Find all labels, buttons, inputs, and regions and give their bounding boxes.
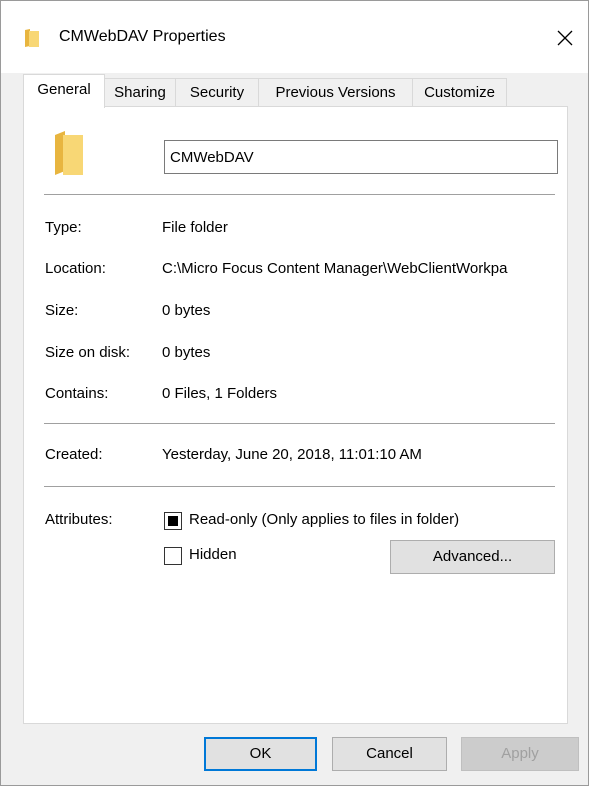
folder-name-field[interactable] xyxy=(164,140,558,174)
folder-icon xyxy=(25,29,39,47)
window-title: CMWebDAV Properties xyxy=(59,28,226,45)
tab-customize[interactable]: Customize xyxy=(412,78,507,107)
advanced-button[interactable]: Advanced... xyxy=(390,540,555,574)
created-label: Created: xyxy=(45,446,103,463)
divider xyxy=(44,194,555,195)
title-bar: CMWebDAV Properties xyxy=(1,1,588,73)
large-folder-icon xyxy=(55,131,83,175)
tab-label: Customize xyxy=(424,84,495,101)
readonly-label[interactable]: Read-only (Only applies to files in fold… xyxy=(189,511,459,528)
ok-button[interactable]: OK xyxy=(204,737,317,771)
tab-general[interactable]: General xyxy=(23,74,105,108)
tab-label: General xyxy=(37,81,91,98)
hidden-label[interactable]: Hidden xyxy=(189,546,237,563)
type-label: Type: xyxy=(45,219,82,236)
close-icon xyxy=(557,30,573,46)
general-panel: Type: File folder Location: C:\Micro Foc… xyxy=(23,106,568,724)
tab-label: Previous Versions xyxy=(275,84,396,101)
cancel-button[interactable]: Cancel xyxy=(332,737,447,771)
close-button[interactable] xyxy=(542,15,588,61)
location-value[interactable]: C:\Micro Focus Content Manager\WebClient… xyxy=(162,260,559,277)
tab-label: Sharing xyxy=(114,84,166,101)
contains-label: Contains: xyxy=(45,385,109,402)
properties-dialog: CMWebDAV Properties General Sharing Secu… xyxy=(0,0,589,786)
location-label: Location: xyxy=(45,260,106,277)
size-on-disk-label: Size on disk: xyxy=(45,344,131,361)
attributes-label: Attributes: xyxy=(45,511,113,528)
tab-security[interactable]: Security xyxy=(175,78,259,107)
indeterminate-mark xyxy=(168,516,178,526)
contains-value: 0 Files, 1 Folders xyxy=(162,385,278,402)
divider xyxy=(44,486,555,487)
type-value: File folder xyxy=(162,219,228,236)
divider xyxy=(44,423,555,424)
tab-label: Security xyxy=(189,84,245,101)
tab-previous-versions[interactable]: Previous Versions xyxy=(258,78,413,107)
size-on-disk-value: 0 bytes xyxy=(162,344,211,361)
created-value: Yesterday, June 20, 2018, 11:01:10 AM xyxy=(162,446,422,463)
apply-button[interactable]: Apply xyxy=(461,737,579,771)
readonly-checkbox[interactable] xyxy=(164,512,182,530)
hidden-checkbox[interactable] xyxy=(164,547,182,565)
size-label: Size: xyxy=(45,302,79,319)
tab-sharing[interactable]: Sharing xyxy=(104,78,176,107)
size-value: 0 bytes xyxy=(162,302,211,319)
